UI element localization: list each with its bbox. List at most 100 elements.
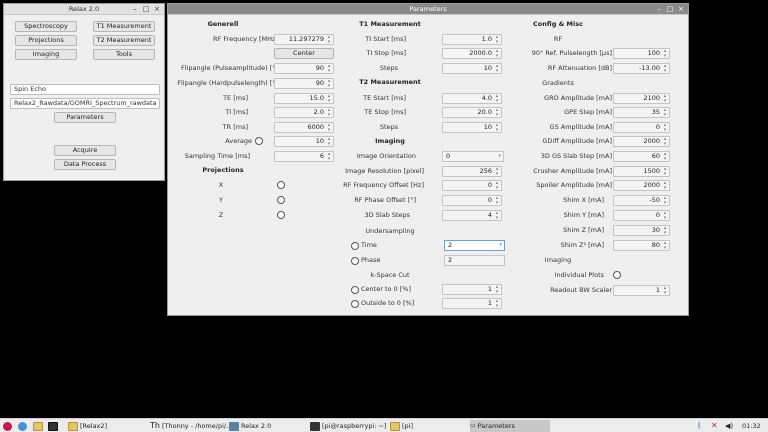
phase-select[interactable]: 2 xyxy=(444,255,505,266)
shim-z2-input[interactable]: 80 ▴ ▾ xyxy=(613,240,670,251)
te-start-input[interactable]: 4.0 ▴ ▾ xyxy=(442,93,502,104)
proj-z-radio[interactable] xyxy=(277,211,285,219)
image-resolution-input[interactable]: 256 ▴ ▾ xyxy=(442,166,502,177)
center-to-0-radio[interactable] xyxy=(351,286,359,294)
spin-arrows-icon[interactable]: ▴ ▾ xyxy=(326,137,332,147)
data-process-button[interactable]: Data Process xyxy=(54,159,116,170)
t1-steps-input[interactable]: 10 ▴ ▾ xyxy=(442,63,502,74)
spin-arrows-icon[interactable]: ▴ ▾ xyxy=(326,79,332,89)
minimize-icon[interactable]: – xyxy=(655,5,663,13)
rf-frequency-offset-input[interactable]: 0 ▴ ▾ xyxy=(442,180,502,191)
time-select[interactable]: 2 ▾ xyxy=(444,240,505,251)
gs-slab-step-input[interactable]: 60 ▴ ▾ xyxy=(613,151,670,162)
shim-x-input[interactable]: -50 ▴ ▾ xyxy=(613,195,670,206)
spin-arrows-icon[interactable]: ▴ ▾ xyxy=(662,167,668,177)
spin-arrows-icon[interactable]: ▴ ▾ xyxy=(662,211,668,221)
tools-button[interactable]: Tools xyxy=(93,49,155,60)
imaging-button[interactable]: Imaging xyxy=(15,49,77,60)
taskbar-terminal[interactable]: [pi@raspberrypi: ~] xyxy=(310,420,387,432)
parameters-titlebar[interactable]: Parameters – □ × xyxy=(168,4,688,15)
sequence-field[interactable]: Spin Echo xyxy=(10,84,160,95)
ref-pulselength-input[interactable]: 100 ▴ ▾ xyxy=(613,48,670,59)
taskbar-relax2-folder[interactable]: [Relax2] xyxy=(68,420,107,432)
spin-arrows-icon[interactable]: ▴ ▾ xyxy=(494,285,500,295)
individual-plots-radio[interactable] xyxy=(613,271,621,279)
slab-steps-input[interactable]: 4 ▴ ▾ xyxy=(442,210,502,221)
taskbar-pi-folder[interactable]: [pi] xyxy=(390,420,413,432)
spin-arrows-icon[interactable]: ▴ ▾ xyxy=(494,167,500,177)
phase-radio[interactable] xyxy=(351,257,359,265)
readout-bw-scaler-input[interactable]: 1 ▴ ▾ xyxy=(613,285,670,296)
average-input[interactable]: 10 ▴ ▾ xyxy=(274,136,334,147)
gdiff-amplitude-input[interactable]: 2000 ▴ ▾ xyxy=(613,136,670,147)
taskbar-relax[interactable]: Relax 2.0 xyxy=(229,420,271,432)
network-disconnected-icon[interactable]: ✕ xyxy=(711,420,718,432)
spin-arrows-icon[interactable]: ▴ ▾ xyxy=(662,226,668,236)
outside-to-0-radio[interactable] xyxy=(351,300,359,308)
spin-arrows-icon[interactable]: ▴ ▾ xyxy=(662,64,668,74)
clock[interactable]: 01:32 xyxy=(742,420,761,432)
spin-arrows-icon[interactable]: ▴ ▾ xyxy=(662,241,668,251)
spin-arrows-icon[interactable]: ▴ ▾ xyxy=(494,35,500,45)
spin-arrows-icon[interactable]: ▴ ▾ xyxy=(494,299,500,309)
taskbar-parameters[interactable]: ▭ Parameters xyxy=(470,420,550,432)
outside-to-0-input[interactable]: 1 ▴ ▾ xyxy=(442,298,502,309)
acquire-button[interactable]: Acquire xyxy=(54,145,116,156)
minimize-icon[interactable]: – xyxy=(131,5,139,13)
t2-steps-input[interactable]: 10 ▴ ▾ xyxy=(442,122,502,133)
center-to-0-input[interactable]: 1 ▴ ▾ xyxy=(442,284,502,295)
raspberry-menu-icon[interactable] xyxy=(3,420,12,432)
projections-button[interactable]: Projections xyxy=(15,35,77,46)
ti-start-input[interactable]: 1.0 ▴ ▾ xyxy=(442,34,502,45)
taskbar-thonny[interactable]: Th [Thonny - /home/pi/... xyxy=(150,420,232,432)
spin-arrows-icon[interactable]: ▴ ▾ xyxy=(662,49,668,59)
t2-measurement-button[interactable]: T2 Measurement xyxy=(93,35,155,46)
proj-y-radio[interactable] xyxy=(277,196,285,204)
spin-arrows-icon[interactable]: ▴ ▾ xyxy=(494,211,500,221)
spin-arrows-icon[interactable]: ▴ ▾ xyxy=(662,108,668,118)
t1-measurement-button[interactable]: T1 Measurement xyxy=(93,21,155,32)
spin-arrows-icon[interactable]: ▴ ▾ xyxy=(494,94,500,104)
rawdata-path-field[interactable]: Relax2_Rawdata/GOMRI_Spectrum_rawdata xyxy=(10,98,160,109)
spectroscopy-button[interactable]: Spectroscopy xyxy=(15,21,77,32)
rf-attenuation-input[interactable]: -13.00 ▴ ▾ xyxy=(613,63,670,74)
maximize-icon[interactable]: □ xyxy=(142,5,150,13)
spin-arrows-icon[interactable]: ▴ ▾ xyxy=(494,123,500,133)
spin-arrows-icon[interactable]: ▴ ▾ xyxy=(662,94,668,104)
te-stop-input[interactable]: 20.0 ▴ ▾ xyxy=(442,107,502,118)
proj-x-radio[interactable] xyxy=(277,181,285,189)
spin-arrows-icon[interactable]: ▴ ▾ xyxy=(494,196,500,206)
browser-icon[interactable] xyxy=(18,420,27,432)
maximize-icon[interactable]: □ xyxy=(666,5,674,13)
rf-phase-offset-input[interactable]: 0 ▴ ▾ xyxy=(442,195,502,206)
gro-amplitude-input[interactable]: 2100 ▴ ▾ xyxy=(613,93,670,104)
close-icon[interactable]: × xyxy=(677,5,685,13)
spin-arrows-icon[interactable]: ▴ ▾ xyxy=(662,196,668,206)
spin-arrows-icon[interactable]: ▴ ▾ xyxy=(662,181,668,191)
bluetooth-icon[interactable]: ᛒ xyxy=(697,420,702,432)
spin-arrows-icon[interactable]: ▴ ▾ xyxy=(494,108,500,118)
flipangle-hardpulselength-input[interactable]: 90 ▴ ▾ xyxy=(274,78,334,89)
time-radio[interactable] xyxy=(351,242,359,250)
file-manager-icon[interactable] xyxy=(33,420,43,432)
crusher-amplitude-input[interactable]: 1500 ▴ ▾ xyxy=(613,166,670,177)
spoiler-amplitude-input[interactable]: 2000 ▴ ▾ xyxy=(613,180,670,191)
parameters-button[interactable]: Parameters xyxy=(54,112,116,123)
relax-titlebar[interactable]: Relax 2.0 – □ × xyxy=(4,4,164,15)
spin-arrows-icon[interactable]: ▴ ▾ xyxy=(662,123,668,133)
terminal-icon[interactable] xyxy=(48,420,58,432)
spin-arrows-icon[interactable]: ▴ ▾ xyxy=(662,152,668,162)
spin-arrows-icon[interactable]: ▴ ▾ xyxy=(494,49,500,59)
spin-arrows-icon[interactable]: ▴ ▾ xyxy=(662,137,668,147)
volume-icon[interactable]: ◀) xyxy=(725,420,733,432)
image-orientation-select[interactable]: 0 ▾ xyxy=(442,151,504,162)
spin-arrows-icon[interactable]: ▴ ▾ xyxy=(494,181,500,191)
spin-arrows-icon[interactable]: ▴ ▾ xyxy=(494,64,500,74)
gs-amplitude-input[interactable]: 0 ▴ ▾ xyxy=(613,122,670,133)
ti-stop-input[interactable]: 2000.0 ▴ ▾ xyxy=(442,48,502,59)
close-icon[interactable]: × xyxy=(153,5,161,13)
shim-z-input[interactable]: 30 ▴ ▾ xyxy=(613,225,670,236)
spin-arrows-icon[interactable]: ▴ ▾ xyxy=(662,286,668,296)
shim-y-input[interactable]: 0 ▴ ▾ xyxy=(613,210,670,221)
gpe-step-input[interactable]: 35 ▴ ▾ xyxy=(613,107,670,118)
